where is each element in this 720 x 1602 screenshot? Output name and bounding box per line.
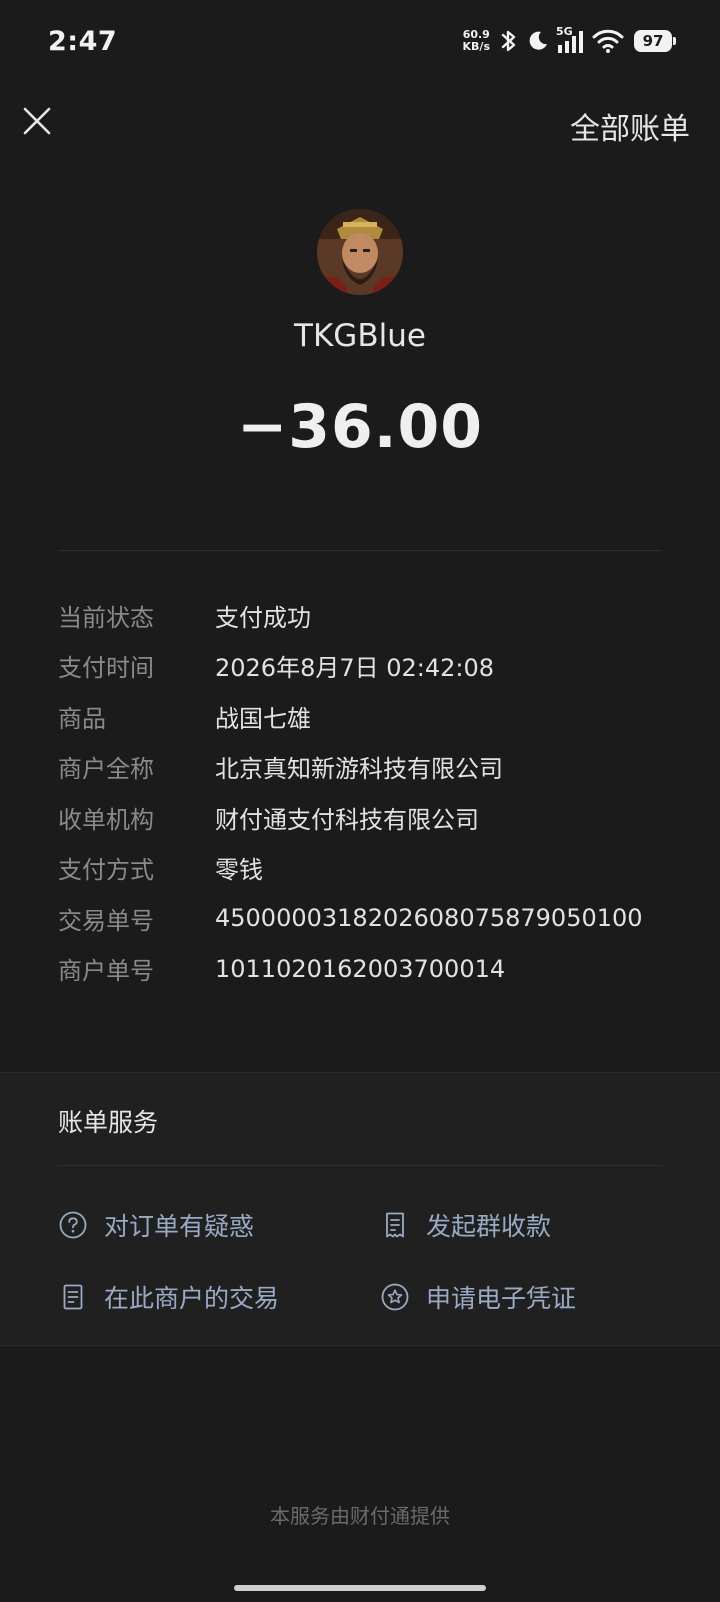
all-bills-link[interactable]: 全部账单: [570, 104, 690, 148]
wifi-icon: [592, 29, 624, 53]
detail-row-merchant-order-id: 商户单号 1011020162003700014: [58, 944, 698, 995]
document-icon: [63, 1284, 83, 1310]
service-label: 对订单有疑惑: [104, 1212, 255, 1241]
detail-label: 商户单号: [58, 957, 154, 986]
question-circle-icon: [59, 1211, 87, 1239]
detail-label: 商品: [58, 704, 106, 733]
star-badge-icon: [381, 1283, 409, 1311]
payee-name: TKGBlue: [294, 318, 426, 354]
battery-icon: 97: [634, 30, 676, 52]
detail-value: 战国七雄: [215, 704, 311, 733]
network-speed-unit: KB/s: [462, 40, 490, 53]
detail-label: 支付时间: [58, 654, 154, 683]
detail-row-acquirer: 收单机构 财付通支付科技有限公司: [58, 792, 698, 843]
avatar-portrait-image: [317, 209, 403, 295]
detail-value: 4500000318202608075879050100: [215, 904, 643, 933]
divider: [58, 550, 662, 551]
transaction-details: 当前状态 支付成功 支付时间 2026年8月7日 02:42:08 商品 战国七…: [58, 590, 698, 994]
detail-row-payment-method: 支付方式 零钱: [58, 843, 698, 894]
detail-row-transaction-id: 交易单号 4500000318202608075879050100: [58, 893, 698, 944]
service-label: 在此商户的交易: [104, 1284, 280, 1313]
detail-value: 零钱: [215, 856, 263, 885]
merchant-transactions-button[interactable]: 在此商户的交易: [58, 1277, 279, 1317]
receipt-icon: [386, 1212, 404, 1238]
network-speed: 60.9 KB/s: [463, 29, 490, 53]
payment-amount: −36.00: [236, 392, 484, 462]
divider: [58, 1165, 662, 1166]
detail-value: 支付成功: [215, 603, 311, 632]
signal-strength-icon: [558, 31, 583, 53]
order-question-button[interactable]: 对订单有疑惑: [58, 1205, 254, 1245]
detail-value: 2026年8月7日 02:42:08: [215, 654, 495, 683]
detail-label: 交易单号: [58, 906, 154, 935]
detail-row-payment-time: 支付时间 2026年8月7日 02:42:08: [58, 641, 698, 692]
bluetooth-icon: [501, 30, 516, 52]
detail-value: 北京真知新游科技有限公司: [215, 755, 503, 784]
status-time: 2:47: [48, 26, 118, 57]
detail-label: 收单机构: [58, 805, 154, 834]
home-indicator[interactable]: [234, 1585, 486, 1591]
avatar: [317, 209, 403, 295]
close-icon[interactable]: [22, 106, 52, 136]
detail-row-merchant-name: 商户全称 北京真知新游科技有限公司: [58, 742, 698, 793]
status-bar: 2:47 60.9 KB/s 5G 97: [0, 0, 720, 86]
detail-value: 财付通支付科技有限公司: [215, 805, 479, 834]
detail-row-product: 商品 战国七雄: [58, 691, 698, 742]
footer-provider-text: 本服务由财付通提供: [270, 1504, 450, 1528]
service-label: 申请电子凭证: [426, 1284, 577, 1313]
signal-5g: 5G: [556, 25, 586, 55]
detail-label: 支付方式: [58, 856, 154, 885]
e-voucher-button[interactable]: 申请电子凭证: [380, 1277, 576, 1317]
moon-icon: [529, 31, 547, 50]
detail-label: 当前状态: [58, 603, 154, 632]
group-collection-button[interactable]: 发起群收款: [380, 1205, 551, 1245]
status-icons: 60.9 KB/s 5G 97: [463, 24, 676, 58]
bill-services-title: 账单服务: [58, 1108, 159, 1137]
service-label: 发起群收款: [426, 1212, 552, 1241]
detail-value: 1011020162003700014: [215, 954, 506, 983]
bill-services-card: 账单服务 对订单有疑惑 发起群收款 在此商户的交易 申请电子凭证: [0, 1072, 720, 1346]
detail-label: 商户全称: [58, 755, 154, 784]
detail-row-status: 当前状态 支付成功: [58, 590, 698, 641]
